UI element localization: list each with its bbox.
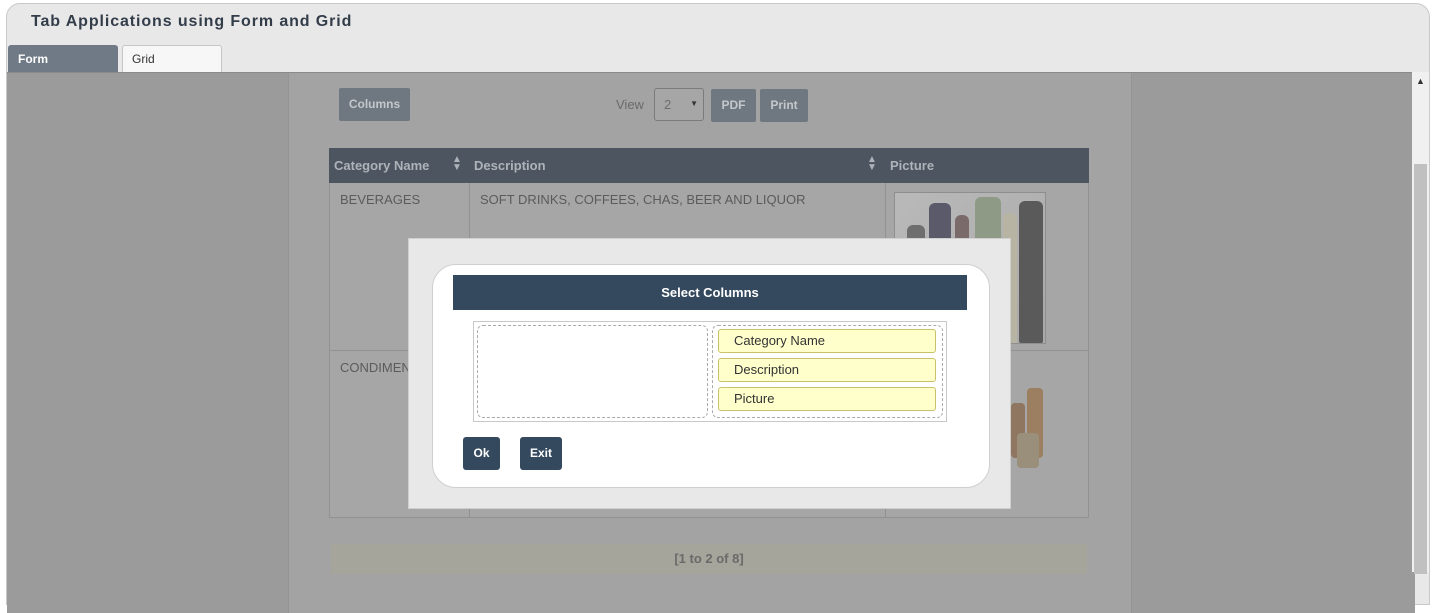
select-columns-modal: Select Columns Category Name Description… bbox=[408, 238, 1011, 509]
pager: [1 to 2 of 8] bbox=[331, 544, 1087, 574]
header-picture[interactable]: Picture bbox=[890, 158, 934, 173]
scroll-up-arrow-icon[interactable]: ▲ bbox=[1416, 76, 1425, 86]
chevron-down-icon: ▼ bbox=[690, 99, 698, 108]
ok-button[interactable]: Ok bbox=[463, 437, 500, 470]
view-label: View bbox=[616, 97, 644, 112]
tab-grid-categories[interactable]: Grid Categories bbox=[122, 45, 222, 93]
sort-icon[interactable]: ▲ ▼ bbox=[867, 155, 877, 173]
header-category-name[interactable]: Category Name bbox=[334, 158, 429, 173]
header-description[interactable]: Description bbox=[474, 158, 546, 173]
condiments-image bbox=[1011, 363, 1051, 473]
selected-columns-list[interactable]: Category Name Description Picture bbox=[712, 325, 943, 418]
grid-header: Category Name ▲ ▼ Description ▲ ▼ Picture bbox=[329, 148, 1089, 183]
view-select-value: 2 bbox=[664, 97, 672, 112]
cell-description[interactable]: SOFT DRINKS, COFFEES, CHAS, BEER AND LIQ… bbox=[480, 192, 806, 207]
cell-category-name[interactable]: BEVERAGES bbox=[340, 192, 420, 207]
page-title: Tab Applications using Form and Grid bbox=[31, 13, 353, 30]
available-columns-list[interactable] bbox=[477, 325, 708, 418]
dialog-title: Select Columns bbox=[453, 275, 967, 310]
column-item-picture[interactable]: Picture bbox=[718, 387, 936, 411]
exit-button[interactable]: Exit bbox=[520, 437, 562, 470]
cell-category-name[interactable]: CONDIMEN bbox=[340, 360, 411, 375]
columns-frame: Category Name Description Picture bbox=[473, 321, 947, 422]
column-item-category-name[interactable]: Category Name bbox=[718, 329, 936, 353]
view-select[interactable]: 2 ▼ bbox=[654, 88, 704, 121]
columns-button[interactable]: Columns bbox=[339, 88, 410, 121]
column-item-description[interactable]: Description bbox=[718, 358, 936, 382]
scroll-thumb[interactable] bbox=[1414, 164, 1427, 574]
pdf-button[interactable]: PDF bbox=[711, 89, 756, 122]
sort-icon[interactable]: ▲ ▼ bbox=[452, 155, 462, 173]
select-columns-dialog: Select Columns Category Name Description… bbox=[432, 264, 990, 488]
tab-form-categories[interactable]: Form Categories bbox=[8, 45, 118, 93]
print-button[interactable]: Print bbox=[760, 89, 808, 122]
vertical-scrollbar[interactable]: ▲ bbox=[1412, 72, 1429, 574]
